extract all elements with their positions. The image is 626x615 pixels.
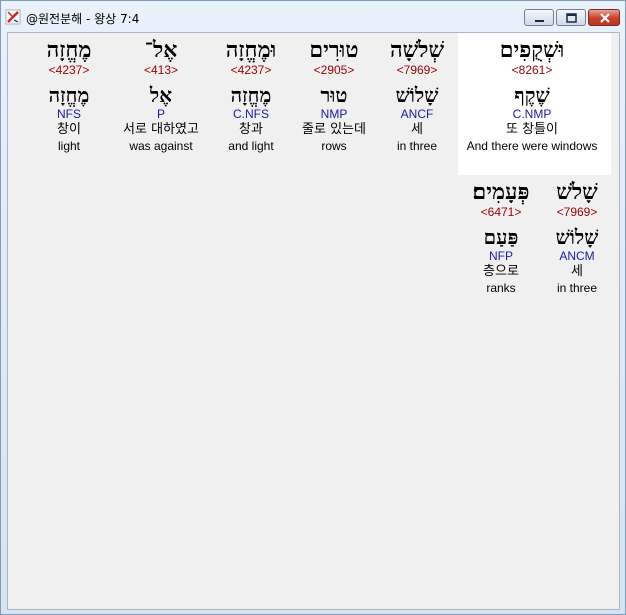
korean-gloss: 창이 [57, 122, 81, 137]
morph-code: NFS [56, 107, 81, 121]
app-logo-icon[interactable] [5, 9, 21, 25]
morph-code: NFP [489, 249, 513, 263]
lemma-word: מֶחֱזָה [230, 83, 272, 107]
maximize-icon [566, 13, 577, 23]
word-cell[interactable]: שְׁלֹשָׁה <7969> שָׁלוֹשׁ ANCF 세 in thre… [390, 37, 444, 153]
morph-code: P [156, 107, 165, 121]
english-gloss: light [57, 139, 81, 153]
hebrew-word: וּשְׁקֻפִים [499, 37, 565, 63]
korean-gloss: 세 [571, 264, 583, 279]
maximize-button[interactable] [556, 9, 586, 26]
korean-gloss: 층으로 [483, 264, 519, 279]
lemma-word: פַּעַם [483, 225, 519, 249]
korean-gloss: 서로 대하였고 [123, 122, 199, 137]
strong-number[interactable]: <6471> [473, 205, 530, 219]
english-gloss: rows [321, 139, 347, 153]
lemma-word: שָׁלוֹשׁ [555, 225, 599, 249]
minimize-icon [535, 20, 544, 22]
english-gloss: ranks [486, 281, 516, 295]
word-cell[interactable]: טוּרִים <2905> טוּר NMP 줄로 있는데 rows [302, 37, 366, 153]
app-window: @원전분해 - 왕상 7:4 וּשְׁקֻפִים <8261> שֶׁקֶף… [0, 0, 626, 615]
morph-code: ANCM [559, 249, 595, 263]
strong-number[interactable]: <413> [123, 63, 199, 77]
morph-code: C.NFS [232, 107, 269, 121]
close-button[interactable] [588, 9, 620, 26]
korean-gloss: 세 [411, 122, 423, 137]
hebrew-word: טוּרִים [309, 37, 359, 63]
strong-number[interactable]: <7969> [556, 205, 599, 219]
minimize-button[interactable] [524, 9, 554, 26]
hebrew-word: מֶחֱזָה [46, 37, 92, 63]
strong-number[interactable]: <4237> [226, 63, 276, 77]
korean-gloss: 줄로 있는데 [302, 122, 366, 137]
lemma-word: אֶל [149, 83, 173, 107]
word-cell[interactable]: פְּעָמִים׃ <6471> פַּעַם NFP 층으로 ranks [473, 179, 530, 295]
word-cell[interactable]: אֶל־ <413> אֶל P 서로 대하였고 was against [123, 37, 199, 153]
lemma-word: מֶחֱזָה [48, 83, 90, 107]
morph-code: NMP [320, 107, 348, 121]
strong-number[interactable]: <2905> [302, 63, 366, 77]
word-cell[interactable]: מֶחֱזָה <4237> מֶחֱזָה NFS 창이 light [47, 37, 92, 153]
hebrew-word: שְׁלֹשָׁה [389, 37, 445, 63]
verse-analysis-panel: וּשְׁקֻפִים <8261> שֶׁקֶף C.NMP 또 창틀이 An… [7, 32, 620, 610]
lemma-word: שֶׁקֶף [514, 83, 550, 107]
word-cell[interactable]: וּמֶחֱזָה <4237> מֶחֱזָה C.NFS 창과 and li… [226, 37, 276, 153]
hebrew-word: פְּעָמִים׃ [472, 179, 530, 205]
hebrew-word: שָׁלֹשׁ [556, 179, 598, 205]
korean-gloss: 또 창틀이 [506, 122, 558, 137]
english-gloss: was against [129, 139, 193, 153]
strong-number[interactable]: <4237> [47, 63, 92, 77]
lemma-word: שָׁלוֹשׁ [395, 83, 439, 107]
morph-code: C.NMP [512, 107, 552, 121]
english-gloss: in three [396, 139, 438, 153]
strong-number[interactable]: <8261> [467, 63, 598, 77]
word-cell[interactable]: וּשְׁקֻפִים <8261> שֶׁקֶף C.NMP 또 창틀이 An… [467, 37, 598, 153]
strong-number[interactable]: <7969> [390, 63, 444, 77]
hebrew-word: אֶל־ [144, 37, 178, 63]
title-bar[interactable]: @원전분해 - 왕상 7:4 [1, 1, 625, 33]
lemma-word: טוּר [320, 83, 348, 107]
english-gloss: and light [228, 139, 274, 153]
window-title: @원전분해 - 왕상 7:4 [26, 12, 140, 26]
hebrew-word: וּמֶחֱזָה [225, 37, 277, 63]
korean-gloss: 창과 [239, 122, 263, 137]
morph-code: ANCF [400, 107, 434, 121]
word-cell[interactable]: שָׁלֹשׁ <7969> שָׁלוֹשׁ ANCM 세 in three [556, 179, 599, 295]
close-icon [600, 13, 610, 23]
english-gloss: And there were windows [466, 139, 598, 153]
english-gloss: in three [556, 281, 598, 295]
